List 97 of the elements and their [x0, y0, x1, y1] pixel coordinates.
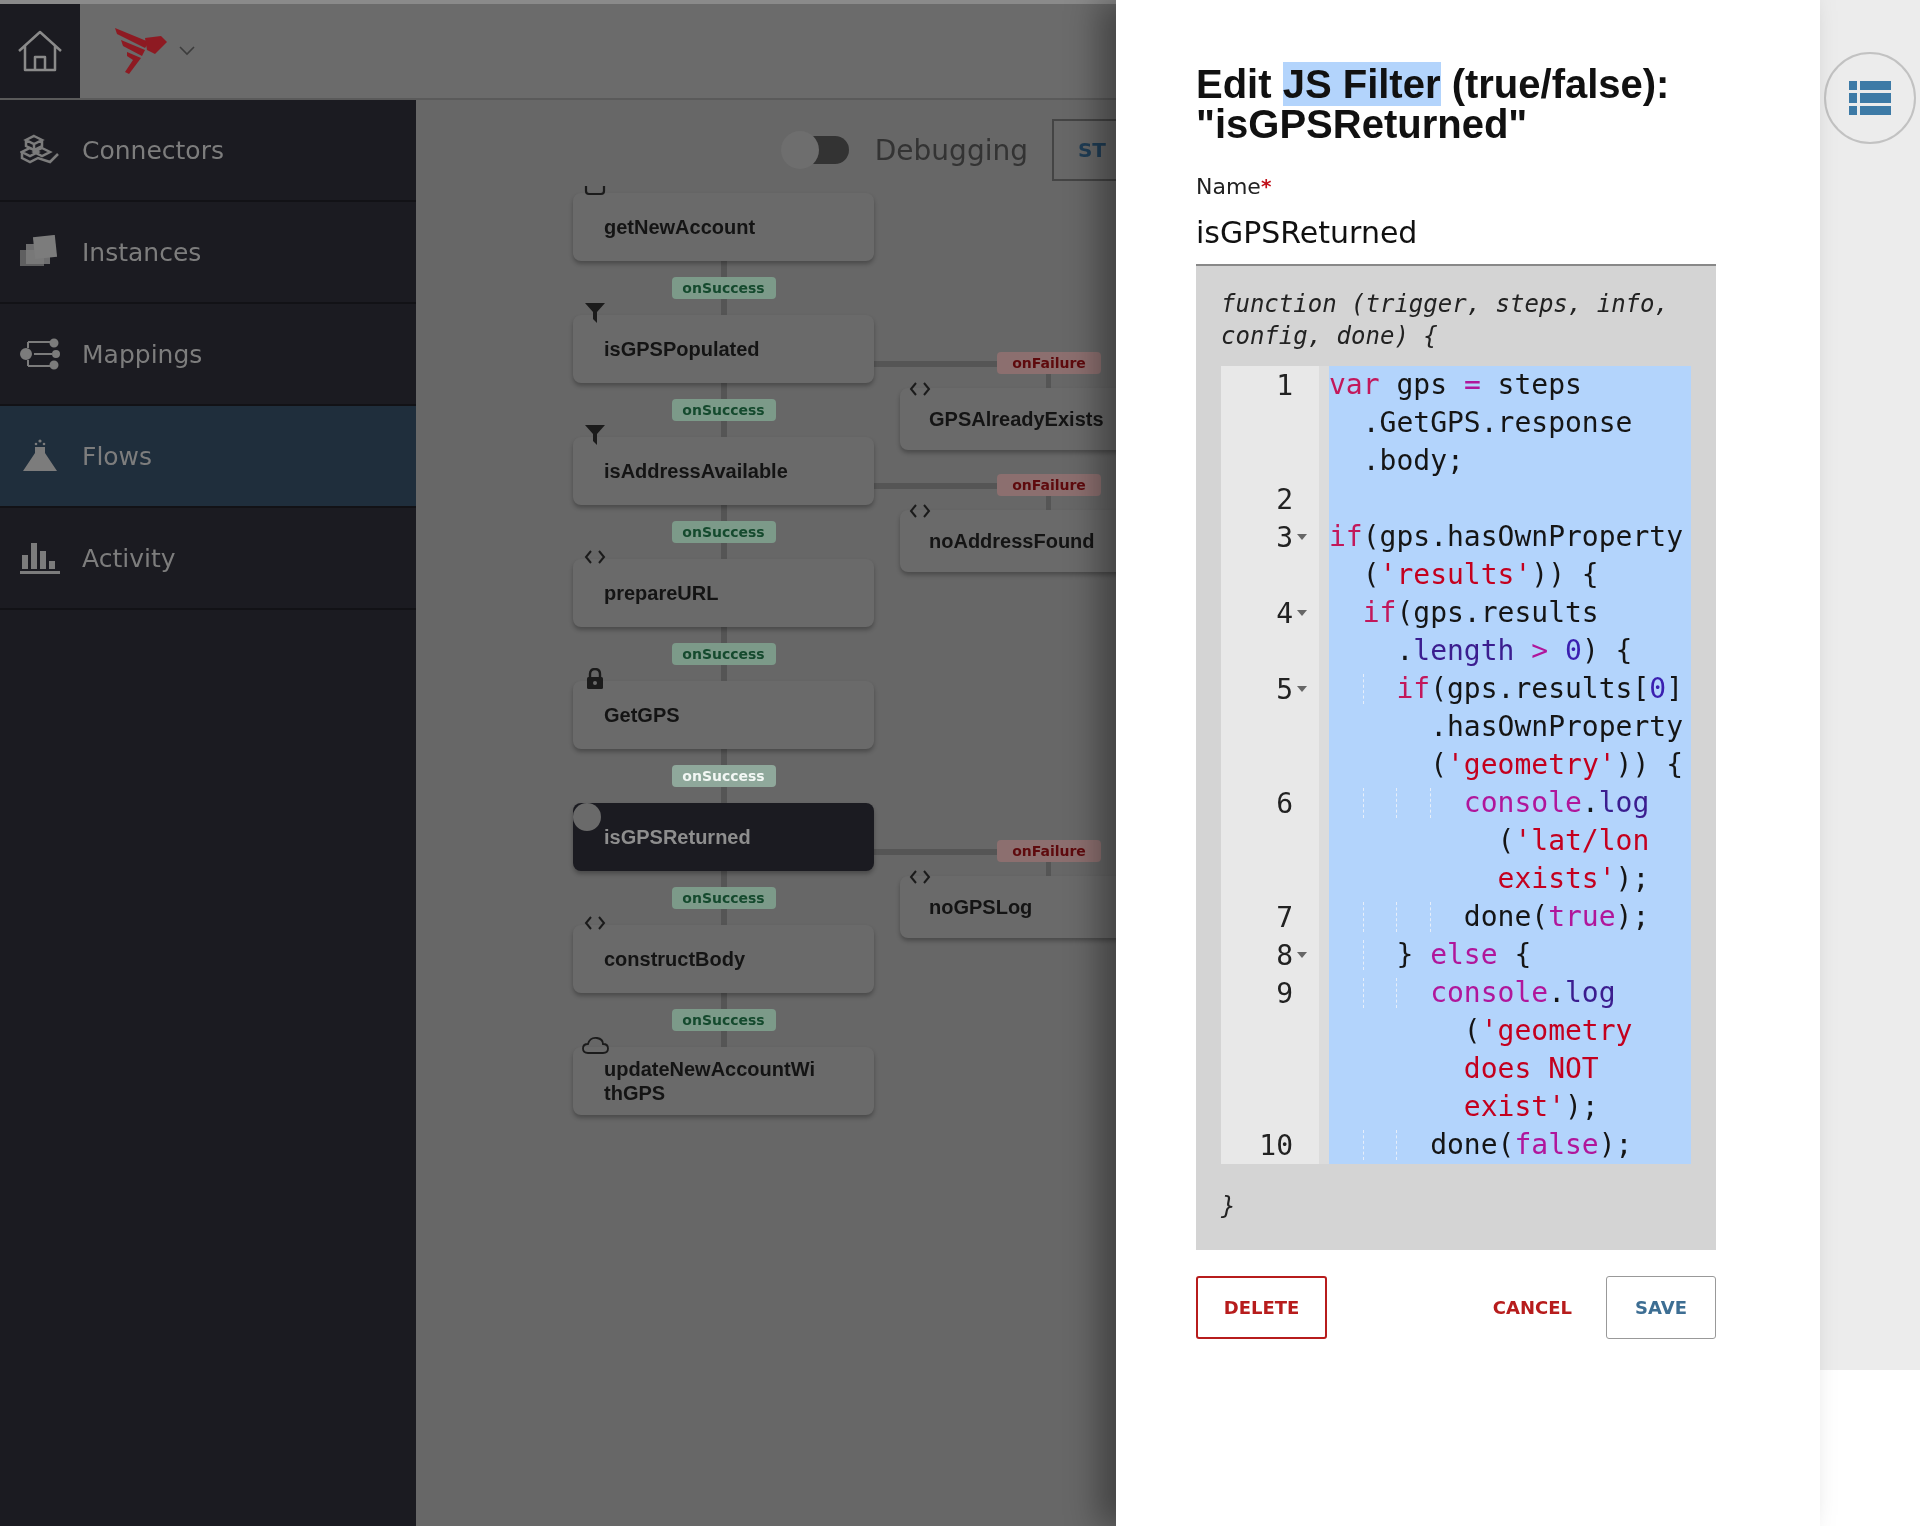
code-line: done(true);	[1462, 899, 1650, 935]
fold-arrow-icon[interactable]	[1297, 610, 1307, 616]
code-icon	[909, 381, 931, 397]
failure-badge: onFailure	[997, 474, 1101, 496]
code-line: .hasOwnProperty	[1429, 709, 1683, 745]
code-line: ('geometry	[1462, 1013, 1633, 1049]
code-editor[interactable]	[1221, 366, 1691, 1164]
list-view-button[interactable]	[1824, 52, 1916, 144]
step-card[interactable]: isGPSReturned	[573, 803, 874, 871]
stacked-pages-icon	[20, 235, 60, 269]
code-line: console.log	[1429, 975, 1616, 1011]
debug-toggle[interactable]	[780, 130, 851, 170]
save-button[interactable]: SAVE	[1606, 1276, 1716, 1339]
line-number: 9	[1276, 976, 1293, 1010]
code-line: .body;	[1361, 443, 1464, 479]
success-badge: onSuccess	[671, 277, 776, 299]
tray-icon	[584, 186, 606, 196]
code-line: } else {	[1395, 937, 1532, 973]
circle-icon	[573, 803, 601, 831]
home-icon	[16, 29, 64, 73]
delete-button[interactable]: DELETE	[1196, 1276, 1327, 1339]
line-number: 8	[1276, 938, 1293, 972]
bar-chart-icon	[20, 541, 60, 575]
code-icon	[584, 549, 606, 565]
line-number: 4	[1276, 596, 1293, 630]
function-signature: function (trigger, steps, info, config, done) {	[1221, 289, 1670, 352]
failure-badge: onFailure	[997, 840, 1101, 862]
step-name: constructBody	[604, 947, 747, 971]
function-closing: }	[1221, 1192, 1237, 1222]
fold-arrow-icon[interactable]	[1297, 686, 1307, 692]
fold-arrow-icon[interactable]	[1297, 534, 1307, 540]
filter-icon	[585, 425, 605, 445]
step-card[interactable]: GetGPS	[573, 681, 874, 749]
step-name: noAddressFound	[929, 529, 1096, 553]
fold-arrow-icon[interactable]	[1297, 952, 1307, 958]
sidebar-item[interactable]: Flows	[0, 406, 416, 508]
code-line: if(gps.results[0]	[1395, 671, 1684, 707]
step-name: isGPSReturned	[604, 825, 752, 849]
code-line: ('lat/lon	[1496, 823, 1650, 859]
cloud-icon	[581, 1035, 609, 1055]
line-number: 6	[1276, 786, 1293, 820]
step-card[interactable]: isGPSPopulated	[573, 315, 874, 383]
required-mark: *	[1260, 174, 1272, 199]
step-card[interactable]: constructBody	[573, 925, 874, 993]
step-name: updateNewAccountWithGPS	[604, 1057, 816, 1105]
code-icon	[584, 915, 606, 931]
step-name: GPSAlreadyExists	[929, 407, 1105, 431]
step-card[interactable]: prepareURL	[573, 559, 874, 627]
code-icon	[909, 869, 931, 885]
success-badge: onSuccess	[671, 887, 776, 909]
line-number: 7	[1276, 900, 1293, 934]
step-card[interactable]: noGPSLog	[900, 876, 1116, 938]
code-line: console.log	[1462, 785, 1650, 821]
step-card[interactable]: GPSAlreadyExists	[900, 388, 1116, 450]
home-button[interactable]	[0, 4, 80, 98]
step-card[interactable]: isAddressAvailable	[573, 437, 874, 505]
code-line: exists');	[1496, 861, 1650, 897]
success-badge: onSuccess	[671, 399, 776, 421]
code-line: does NOT	[1462, 1051, 1599, 1087]
step-name: prepareURL	[604, 581, 720, 605]
lock-icon	[585, 668, 605, 690]
success-badge: onSuccess	[671, 765, 776, 787]
line-number: 5	[1276, 672, 1293, 706]
success-badge: onSuccess	[671, 1009, 776, 1031]
field-label: Name	[1196, 174, 1261, 199]
code-line: .length > 0) {	[1395, 633, 1633, 669]
panel-title: Edit JS Filter (true/false): "isGPSReturned"	[1196, 64, 1671, 144]
step-name: isAddressAvailable	[604, 459, 789, 483]
code-line: done(false);	[1429, 1127, 1633, 1163]
step-card[interactable]: noAddressFound	[900, 510, 1116, 572]
success-badge: onSuccess	[671, 643, 776, 665]
step-name: noGPSLog	[929, 895, 1034, 919]
toolbar-button[interactable]: ST	[1051, 119, 1116, 181]
mapping-icon	[20, 337, 60, 371]
code-line: ('geometry')) {	[1429, 747, 1684, 783]
code-line: var gps = steps	[1329, 367, 1582, 403]
list-icon	[1849, 81, 1891, 115]
step-name: GetGPS	[604, 703, 681, 727]
step-name: getNewAccount	[604, 215, 757, 239]
line-number: 3	[1276, 520, 1293, 554]
failure-badge: onFailure	[997, 352, 1101, 374]
code-line: if(gps.results	[1361, 595, 1599, 631]
step-card[interactable]: updateNewAccountWithGPS	[573, 1047, 874, 1115]
code-line: ('results')) {	[1361, 557, 1599, 593]
code-line: exist');	[1462, 1089, 1599, 1125]
code-line: .GetGPS.response	[1361, 405, 1633, 441]
line-number: 2	[1276, 482, 1293, 516]
code-icon	[909, 503, 931, 519]
flask-icon	[20, 439, 60, 473]
line-number: 10	[1259, 1128, 1293, 1162]
success-badge: onSuccess	[671, 521, 776, 543]
step-name: isGPSPopulated	[604, 337, 761, 361]
filter-icon	[585, 303, 605, 323]
name-field[interactable]: isGPSReturned	[1196, 199, 1716, 266]
code-line: if(gps.hasOwnProperty	[1329, 519, 1683, 555]
line-number: 1	[1276, 368, 1293, 402]
step-card[interactable]: getNewAccount	[573, 193, 874, 261]
